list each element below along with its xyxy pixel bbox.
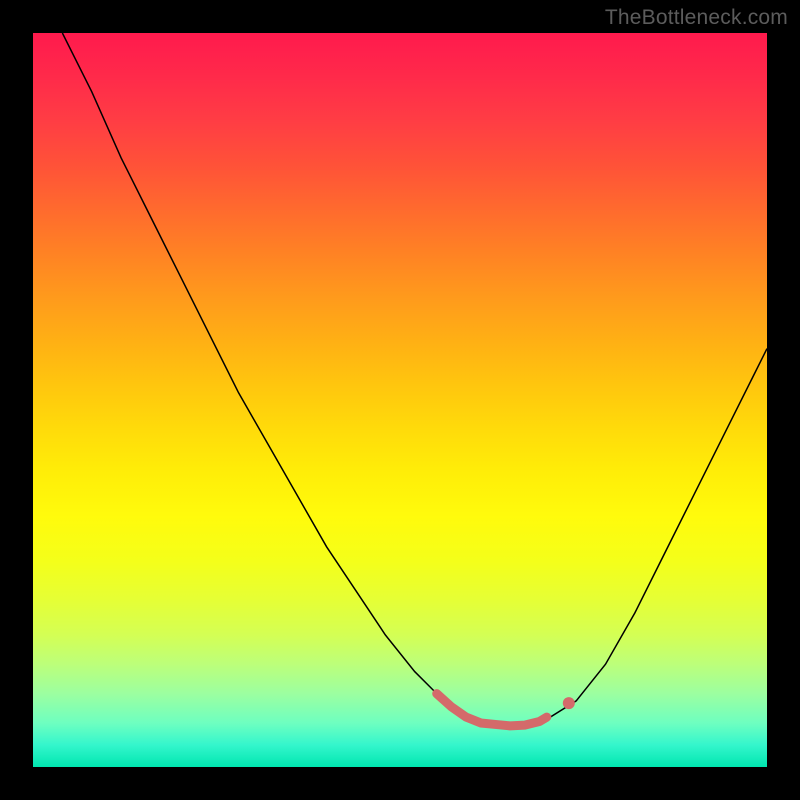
watermark-text: TheBottleneck.com [605, 6, 788, 30]
series-highlight [437, 694, 547, 726]
plot-area [33, 33, 767, 767]
chart-frame: TheBottleneck.com [0, 0, 800, 800]
series-highlight-dot [563, 697, 575, 709]
series-curve [62, 33, 767, 727]
chart-svg [33, 33, 767, 767]
